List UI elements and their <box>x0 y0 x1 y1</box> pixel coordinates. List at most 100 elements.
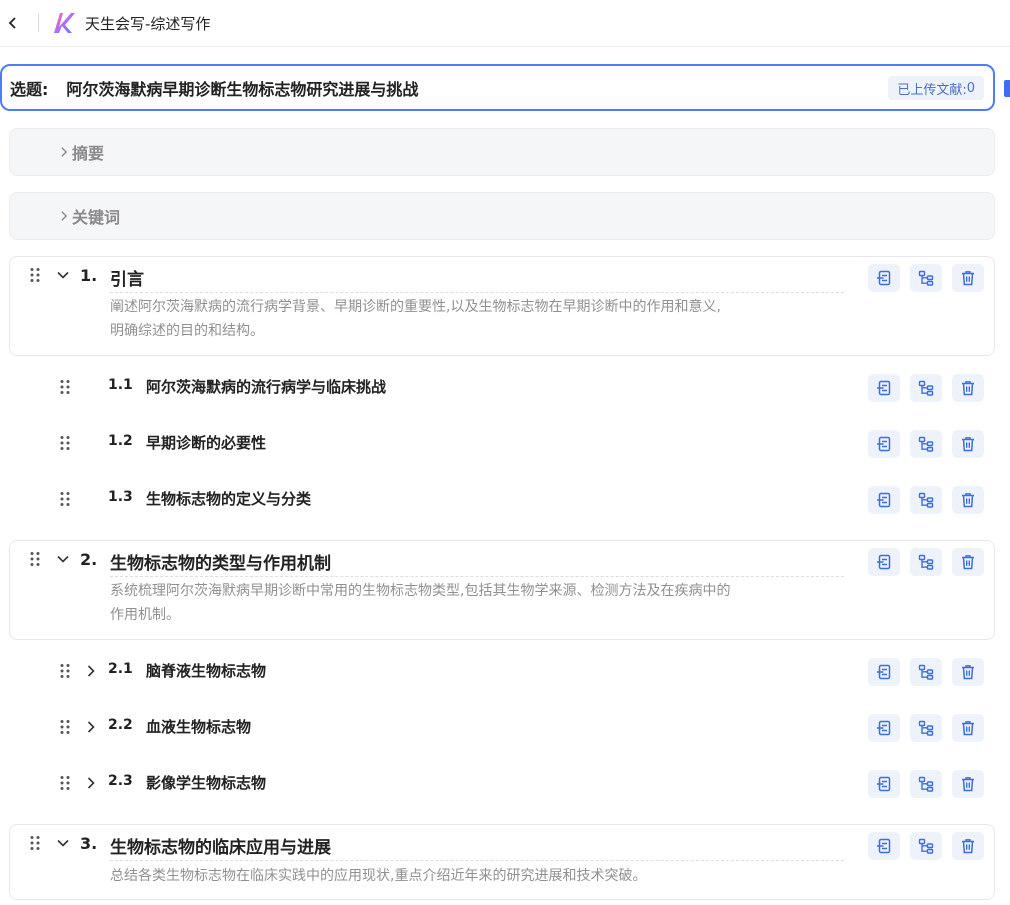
description-line: 作用机制。 <box>110 607 180 623</box>
insert-section-button[interactable] <box>868 832 900 860</box>
section-description[interactable]: 系统梳理阿尔茨海默病早期诊断中常用的生物标志物类型,包括其生物学来源、检测方法及… <box>110 579 850 627</box>
add-subsection-icon <box>918 720 934 736</box>
section-actions <box>868 832 984 860</box>
back-button[interactable] <box>2 12 24 34</box>
chevron-left-icon <box>8 17 16 29</box>
delete-button[interactable] <box>952 770 984 798</box>
delete-icon <box>961 665 975 680</box>
subsection-row: 2.2 血液生物标志物 <box>0 707 1010 747</box>
delete-icon <box>961 381 975 396</box>
delete-button[interactable] <box>952 374 984 402</box>
section-number: 2. <box>80 550 98 569</box>
drag-handle-icon[interactable] <box>59 491 71 507</box>
description-line: 系统梳理阿尔茨海默病早期诊断中常用的生物标志物类型,包括其生物学来源、检测方法及… <box>110 583 731 599</box>
drag-handle-icon[interactable] <box>59 663 71 679</box>
subsection-actions <box>868 374 984 402</box>
chevron-right-icon[interactable] <box>84 664 98 678</box>
drag-handle-icon[interactable] <box>59 719 71 735</box>
insert-section-icon <box>876 492 891 508</box>
insert-section-icon <box>876 838 891 854</box>
subsection-title[interactable]: 影像学生物标志物 <box>146 772 266 793</box>
drag-handle-icon[interactable] <box>59 435 71 451</box>
add-subsection-icon <box>918 664 934 680</box>
delete-button[interactable] <box>952 832 984 860</box>
chevron-down-icon[interactable] <box>56 552 70 566</box>
subsection-actions <box>868 430 984 458</box>
insert-section-button[interactable] <box>868 714 900 742</box>
drag-handle-icon[interactable] <box>29 835 41 851</box>
delete-icon <box>961 271 975 286</box>
subsection-title[interactable]: 早期诊断的必要性 <box>146 432 266 453</box>
section-description[interactable]: 总结各类生物标志物在临床实践中的应用现状,重点介绍近年来的研究进展和技术突破。 <box>110 864 850 888</box>
subsection-actions <box>868 658 984 686</box>
add-subsection-icon <box>918 838 934 854</box>
subsection-title[interactable]: 脑脊液生物标志物 <box>146 660 266 681</box>
add-subsection-button[interactable] <box>910 374 942 402</box>
insert-section-button[interactable] <box>868 658 900 686</box>
add-subsection-button[interactable] <box>910 714 942 742</box>
section-title[interactable]: 生物标志物的临床应用与进展 <box>110 833 331 858</box>
section-card: 1. 引言 阐述阿尔茨海默病的流行病学背景、早期诊断的重要性,以及生物标志物在早… <box>9 256 995 356</box>
delete-icon <box>961 721 975 736</box>
insert-section-button[interactable] <box>868 486 900 514</box>
drag-handle-icon[interactable] <box>59 379 71 395</box>
divider <box>38 14 39 32</box>
section-description[interactable]: 阐述阿尔茨海默病的流行病学背景、早期诊断的重要性,以及生物标志物在早期诊断中的作… <box>110 295 850 343</box>
divider <box>110 860 844 861</box>
subsection-row: 1.1 阿尔茨海默病的流行病学与临床挑战 <box>0 367 1010 407</box>
add-subsection-button[interactable] <box>910 770 942 798</box>
section-title[interactable]: 生物标志物的类型与作用机制 <box>110 549 331 574</box>
keywords-panel[interactable]: 关键词 <box>9 192 995 240</box>
keywords-label: 关键词 <box>72 208 121 227</box>
chevron-right-icon[interactable] <box>84 720 98 734</box>
app-logo <box>54 13 75 33</box>
add-subsection-icon <box>918 270 934 286</box>
delete-button[interactable] <box>952 264 984 292</box>
drag-handle-icon[interactable] <box>29 551 41 567</box>
insert-section-icon <box>876 554 891 570</box>
uploaded-references-badge[interactable]: 已上传文献: 0 <box>888 76 984 100</box>
top-bar: 天生会写-综述写作 <box>0 0 1010 47</box>
insert-section-icon <box>876 436 891 452</box>
add-subsection-button[interactable] <box>910 486 942 514</box>
section-title[interactable]: 引言 <box>110 265 144 290</box>
section-card: 2. 生物标志物的类型与作用机制 系统梳理阿尔茨海默病早期诊断中常用的生物标志物… <box>9 540 995 640</box>
description-line: 阐述阿尔茨海默病的流行病学背景、早期诊断的重要性,以及生物标志物在早期诊断中的作… <box>110 299 721 315</box>
subsection-number: 1.1 <box>108 377 133 393</box>
topic-label: 选题: <box>10 79 49 99</box>
chevron-down-icon[interactable] <box>56 836 70 850</box>
delete-button[interactable] <box>952 714 984 742</box>
insert-section-button[interactable] <box>868 264 900 292</box>
delete-button[interactable] <box>952 486 984 514</box>
delete-button[interactable] <box>952 658 984 686</box>
insert-section-icon <box>876 664 891 680</box>
add-subsection-icon <box>918 436 934 452</box>
chevron-right-icon[interactable] <box>84 776 98 790</box>
topic-bar[interactable]: 选题: 阿尔茨海默病早期诊断生物标志物研究进展与挑战 已上传文献: 0 <box>0 64 995 111</box>
insert-section-icon <box>876 720 891 736</box>
add-subsection-button[interactable] <box>910 264 942 292</box>
add-subsection-button[interactable] <box>910 832 942 860</box>
abstract-panel[interactable]: 摘要 <box>9 128 995 176</box>
delete-button[interactable] <box>952 548 984 576</box>
insert-section-button[interactable] <box>868 430 900 458</box>
uploaded-label: 已上传文献: <box>897 82 967 98</box>
insert-section-button[interactable] <box>868 374 900 402</box>
subsection-row: 1.2 早期诊断的必要性 <box>0 423 1010 463</box>
insert-section-button[interactable] <box>868 770 900 798</box>
delete-icon <box>961 437 975 452</box>
add-subsection-button[interactable] <box>910 548 942 576</box>
drag-handle-icon[interactable] <box>29 267 41 283</box>
section-number: 1. <box>80 266 98 285</box>
subsection-number: 1.3 <box>108 489 133 505</box>
delete-icon <box>961 493 975 508</box>
chevron-down-icon[interactable] <box>56 268 70 282</box>
insert-section-button[interactable] <box>868 548 900 576</box>
add-subsection-button[interactable] <box>910 658 942 686</box>
add-subsection-button[interactable] <box>910 430 942 458</box>
subsection-title[interactable]: 血液生物标志物 <box>146 716 251 737</box>
subsection-title[interactable]: 生物标志物的定义与分类 <box>146 488 311 509</box>
drag-handle-icon[interactable] <box>59 775 71 791</box>
subsection-title[interactable]: 阿尔茨海默病的流行病学与临床挑战 <box>146 376 386 397</box>
delete-button[interactable] <box>952 430 984 458</box>
